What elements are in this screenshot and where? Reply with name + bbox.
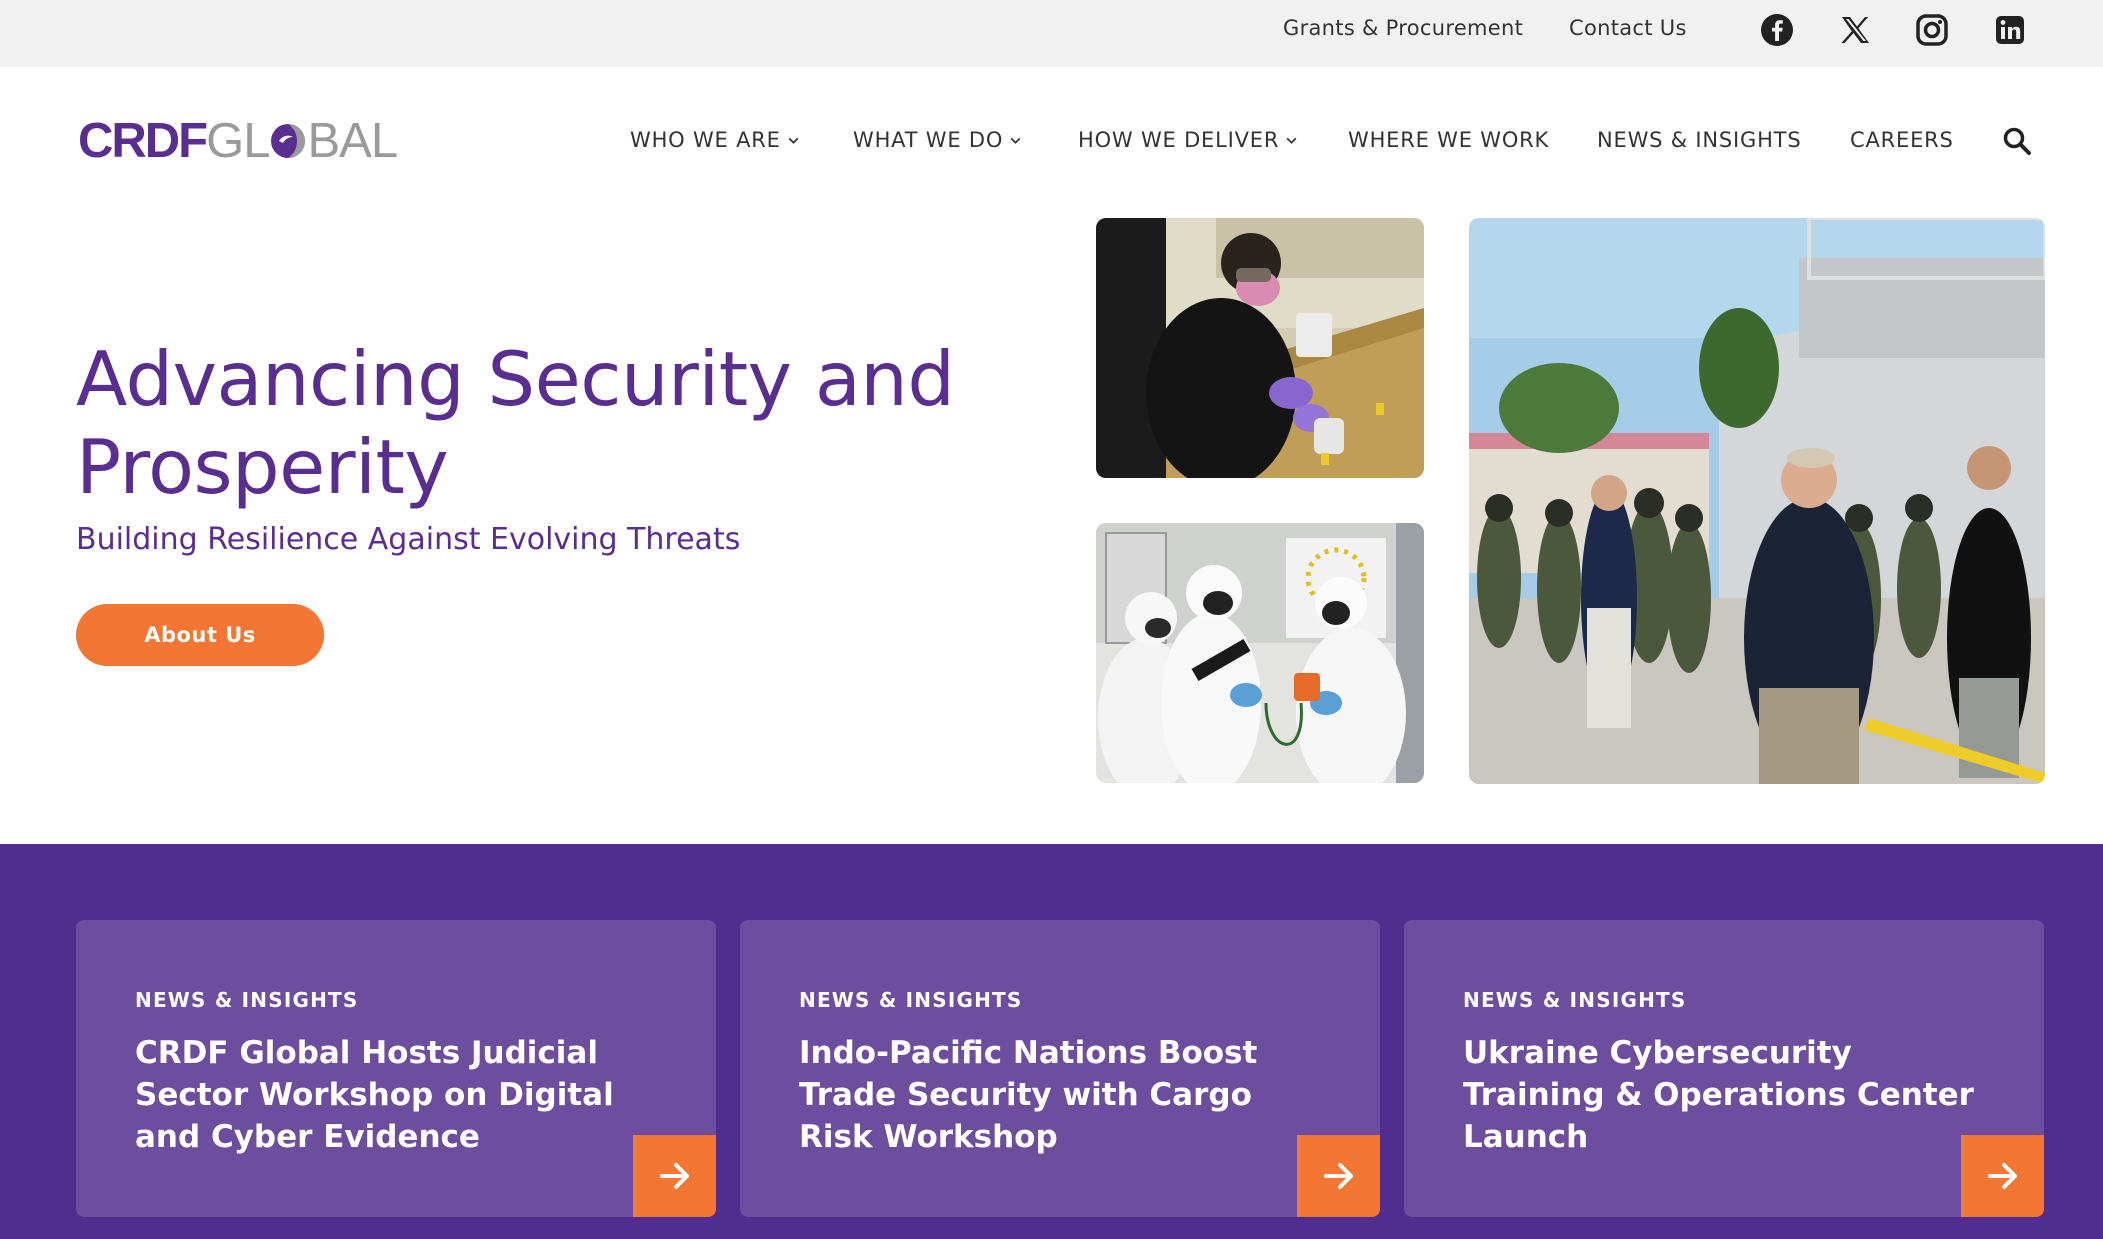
news-card-kicker: NEWS & INSIGHTS — [135, 988, 359, 1012]
chevron-down-icon — [1286, 137, 1297, 144]
logo-text-crdf: CRDF — [78, 113, 208, 168]
instagram-icon[interactable] — [1914, 12, 1950, 48]
nav-label: WHAT WE DO — [853, 128, 1004, 152]
nav-label: WHERE WE WORK — [1348, 128, 1550, 152]
arrow-right-icon — [1323, 1163, 1353, 1189]
search-icon[interactable] — [2002, 126, 2032, 156]
logo-text-global-end: BAL — [307, 113, 398, 168]
nav-how-we-deliver[interactable]: HOW WE DELIVER — [1078, 128, 1298, 152]
news-card-kicker: NEWS & INSIGHTS — [799, 988, 1023, 1012]
contact-us-link[interactable]: Contact Us — [1569, 16, 1687, 40]
nav-news-insights[interactable]: NEWS & INSIGHTS — [1597, 128, 1801, 152]
nav-label: WHO WE ARE — [630, 128, 781, 152]
grants-procurement-link[interactable]: Grants & Procurement — [1283, 16, 1523, 40]
hero-subtitle: Building Resilience Against Evolving Thr… — [76, 522, 741, 557]
arrow-right-icon — [1987, 1163, 2017, 1189]
logo-text-global-start: GL — [206, 113, 270, 168]
news-card-arrow-button[interactable] — [1297, 1135, 1380, 1217]
news-card-arrow-button[interactable] — [633, 1135, 716, 1217]
lab-training-photo — [1096, 218, 1424, 478]
news-card-arrow-button[interactable] — [1961, 1135, 2044, 1217]
x-icon[interactable] — [1837, 12, 1873, 48]
arrow-right-icon — [659, 1163, 689, 1189]
hero-title: Advancing Security and Prosperity — [76, 335, 955, 511]
hazmat-team-photo — [1096, 523, 1424, 783]
news-card-title[interactable]: Ukraine Cybersecurity Training & Operati… — [1463, 1032, 1983, 1158]
nav-what-we-do[interactable]: WHAT WE DO — [853, 128, 1022, 152]
nav-label: CAREERS — [1850, 128, 1954, 152]
nav-careers[interactable]: CAREERS — [1850, 128, 1954, 152]
facebook-icon[interactable] — [1759, 12, 1795, 48]
field-training-photo — [1469, 218, 2045, 784]
about-us-button[interactable]: About Us — [76, 604, 324, 666]
news-card[interactable]: NEWS & INSIGHTS Ukraine Cybersecurity Tr… — [1404, 920, 2044, 1217]
nav-who-we-are[interactable]: WHO WE ARE — [630, 128, 800, 152]
nav-where-we-work[interactable]: WHERE WE WORK — [1348, 128, 1549, 152]
linkedin-icon[interactable] — [1992, 12, 2028, 48]
chevron-down-icon — [788, 137, 799, 144]
news-card-title[interactable]: Indo-Pacific Nations Boost Trade Securit… — [799, 1032, 1319, 1158]
utility-bar: Grants & Procurement Contact Us — [0, 0, 2103, 67]
news-card-kicker: NEWS & INSIGHTS — [1463, 988, 1687, 1012]
logo-globe-icon — [271, 124, 306, 158]
crdf-global-logo[interactable]: CRDF GL BAL — [78, 113, 398, 168]
news-card[interactable]: NEWS & INSIGHTS CRDF Global Hosts Judici… — [76, 920, 716, 1217]
chevron-down-icon — [1010, 137, 1021, 144]
nav-label: NEWS & INSIGHTS — [1597, 128, 1802, 152]
news-card[interactable]: NEWS & INSIGHTS Indo-Pacific Nations Boo… — [740, 920, 1380, 1217]
news-card-title[interactable]: CRDF Global Hosts Judicial Sector Worksh… — [135, 1032, 655, 1158]
nav-label: HOW WE DELIVER — [1078, 128, 1280, 152]
